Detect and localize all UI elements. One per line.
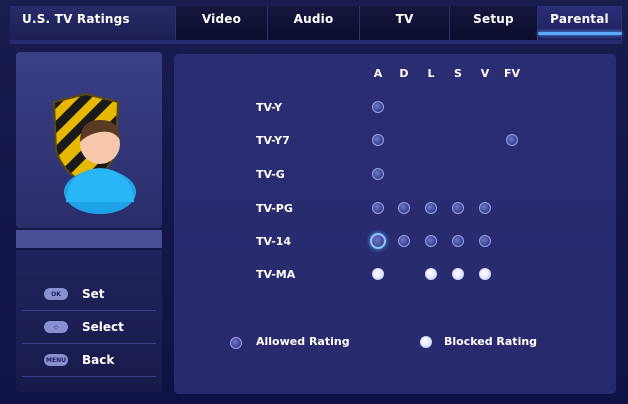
rating-toggle-tv-14-v[interactable]: [479, 235, 491, 247]
hint-back: MENU Back: [22, 344, 156, 377]
column-header: L: [427, 67, 435, 80]
column-header: S: [454, 67, 462, 80]
rating-label-tv-y7: TV-Y7: [256, 134, 290, 147]
rating-toggle-tv-pg-a[interactable]: [372, 202, 384, 214]
parental-icon-panel: [16, 52, 162, 228]
rating-label-tv-pg: TV-PG: [256, 202, 293, 215]
rating-toggle-tv-pg-s[interactable]: [452, 202, 464, 214]
rating-toggle-tv-ma-v[interactable]: [479, 268, 491, 280]
rating-toggle-tv-14-s[interactable]: [452, 235, 464, 247]
hint-label: Set: [82, 287, 105, 301]
column-header: D: [399, 67, 409, 80]
tab-video[interactable]: Video: [176, 6, 268, 40]
rating-label-tv-14: TV-14: [256, 235, 292, 248]
rating-label-tv-y: TV-Y: [256, 101, 283, 114]
rating-toggle-tv-pg-l[interactable]: [425, 202, 437, 214]
column-header: FV: [503, 67, 521, 80]
hint-label: Back: [82, 353, 115, 367]
rating-toggle-tv-y7-a[interactable]: [372, 134, 384, 146]
parental-shield-user-icon: [52, 92, 136, 214]
tab-setup[interactable]: Setup: [450, 6, 538, 40]
rating-toggle-tv-ma-l[interactable]: [425, 268, 437, 280]
rating-toggle-tv-ma-s[interactable]: [452, 268, 464, 280]
legend-allowed-label: Allowed Rating: [256, 335, 350, 348]
top-menu-bar: U.S. TV Ratings Video Audio TV Setup Par…: [10, 6, 622, 40]
left-panel-divider: [16, 230, 162, 248]
hint-set: OK Set: [22, 278, 156, 311]
rating-toggle-tv-14-d[interactable]: [398, 235, 410, 247]
hint-select: ◇ Select: [22, 311, 156, 344]
divider: [10, 40, 622, 44]
tv-menu-screen: U.S. TV Ratings Video Audio TV Setup Par…: [0, 0, 628, 404]
active-tab-indicator: [538, 32, 622, 35]
ok-key-icon: OK: [44, 288, 68, 300]
rating-toggle-tv-ma-a[interactable]: [372, 268, 384, 280]
rating-toggle-tv-y7-fv[interactable]: [506, 134, 518, 146]
rating-toggle-tv-14-a[interactable]: [370, 233, 386, 249]
blocked-rating-icon: [420, 336, 432, 348]
rating-toggle-tv-pg-d[interactable]: [398, 202, 410, 214]
tab-audio[interactable]: Audio: [268, 6, 360, 40]
legend-blocked-label: Blocked Rating: [444, 335, 538, 348]
section-title: U.S. TV Ratings: [10, 6, 176, 40]
rating-toggle-tv-y-a[interactable]: [372, 101, 384, 113]
allowed-rating-icon: [230, 337, 242, 349]
rating-label-tv-g: TV-G: [256, 168, 285, 181]
rating-toggle-tv-g-a[interactable]: [372, 168, 384, 180]
column-header: V: [480, 67, 490, 80]
column-header: A: [373, 67, 383, 80]
rating-toggle-tv-pg-v[interactable]: [479, 202, 491, 214]
rating-toggle-tv-14-l[interactable]: [425, 235, 437, 247]
menu-key-icon: MENU: [44, 354, 68, 366]
hint-label: Select: [82, 320, 124, 334]
navigate-key-icon: ◇: [44, 321, 68, 333]
tab-tv[interactable]: TV: [360, 6, 450, 40]
rating-label-tv-ma: TV-MA: [256, 268, 296, 281]
